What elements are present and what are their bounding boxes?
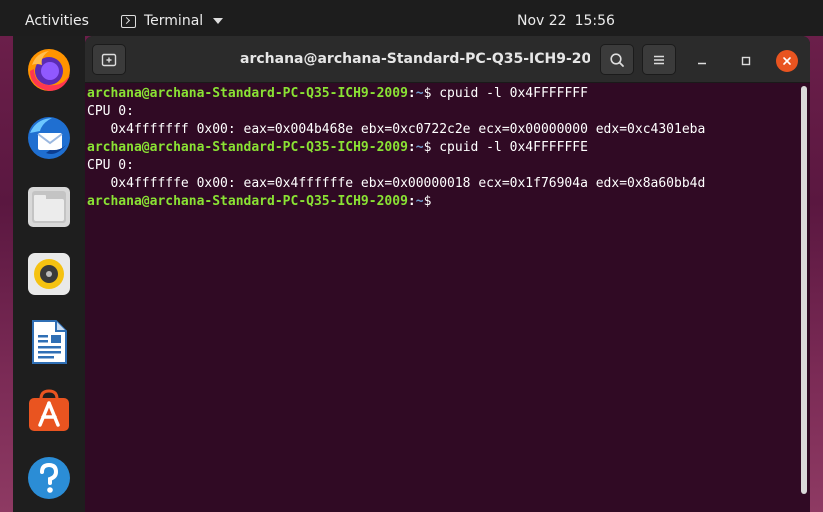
firefox-icon [28, 49, 70, 91]
minimize-button[interactable] [691, 50, 713, 72]
search-button[interactable] [600, 44, 634, 75]
dock-item-thunderbird[interactable] [25, 114, 73, 162]
output-line: 0x4ffffffe 0x00: eax=0x4ffffffe ebx=0x00… [87, 176, 706, 191]
terminal-scrollbar[interactable] [801, 86, 807, 494]
prompt-separator: : [407, 140, 416, 155]
window-title: archana@archana-Standard-PC-Q35-ICH9-200… [240, 51, 590, 67]
prompt-user-host: archana@archana-Standard-PC-Q35-ICH9-200… [87, 140, 408, 155]
dock-item-rhythmbox[interactable] [25, 250, 73, 298]
new-tab-button[interactable] [92, 44, 126, 75]
prompt-line: archana@archana-Standard-PC-Q35-ICH9-200… [87, 85, 803, 103]
libreoffice-writer-icon [32, 320, 67, 364]
output-line: 0x4fffffff 0x00: eax=0x004b468e ebx=0xc0… [87, 122, 706, 137]
clock-time: 15:56 [574, 13, 615, 29]
files-icon [28, 187, 70, 227]
thunderbird-icon [28, 117, 70, 159]
prompt-separator: : [407, 194, 416, 209]
dock-item-firefox[interactable] [25, 46, 73, 94]
help-icon [28, 457, 70, 499]
app-menu[interactable]: Terminal [121, 13, 224, 29]
hamburger-menu-icon [654, 55, 664, 64]
prompt-path: ~ [415, 86, 424, 101]
dock-item-libreoffice-writer[interactable] [25, 318, 73, 366]
output-line: CPU 0: [87, 158, 134, 173]
maximize-icon [741, 56, 751, 66]
top-bar: Activities Terminal Nov 22 15:56 [0, 0, 823, 36]
menu-button[interactable] [642, 44, 676, 75]
terminal-mini-icon [121, 14, 136, 28]
window-titlebar[interactable]: archana@archana-Standard-PC-Q35-ICH9-200… [85, 36, 810, 83]
prompt-line: archana@archana-Standard-PC-Q35-ICH9-200… [87, 139, 803, 157]
app-menu-label: Terminal [144, 13, 204, 29]
dock-item-software[interactable] [25, 386, 73, 434]
chevron-down-icon [213, 18, 224, 24]
prompt-user-host: archana@archana-Standard-PC-Q35-ICH9-200… [87, 194, 408, 209]
search-icon [610, 52, 624, 67]
prompt-symbol: $ [423, 86, 440, 101]
prompt-symbol: $ [423, 194, 440, 209]
close-button[interactable] [776, 50, 798, 72]
clock-date: Nov 22 [517, 13, 567, 29]
terminal-output[interactable]: archana@archana-Standard-PC-Q35-ICH9-200… [85, 83, 803, 512]
prompt-line: archana@archana-Standard-PC-Q35-ICH9-200… [87, 193, 803, 211]
rhythmbox-icon [28, 253, 70, 295]
dock [13, 36, 85, 512]
command-text: cpuid -l 0x4FFFFFFE [439, 140, 588, 155]
dock-item-files[interactable] [25, 182, 73, 230]
close-icon [783, 57, 791, 65]
prompt-path: ~ [415, 194, 424, 209]
prompt-path: ~ [415, 140, 424, 155]
clock[interactable]: Nov 22 15:56 [517, 13, 615, 29]
maximize-button[interactable] [735, 50, 757, 72]
prompt-user-host: archana@archana-Standard-PC-Q35-ICH9-200… [87, 86, 408, 101]
dock-item-help[interactable] [25, 454, 73, 502]
output-line: CPU 0: [87, 104, 134, 119]
terminal-window: archana@archana-Standard-PC-Q35-ICH9-200… [85, 36, 810, 512]
software-center-icon [29, 389, 69, 431]
command-text: cpuid -l 0x4FFFFFFF [439, 86, 588, 101]
minimize-icon [698, 62, 706, 65]
prompt-symbol: $ [423, 140, 440, 155]
new-tab-icon [101, 53, 117, 66]
activities-button[interactable]: Activities [25, 13, 89, 29]
prompt-separator: : [407, 86, 416, 101]
